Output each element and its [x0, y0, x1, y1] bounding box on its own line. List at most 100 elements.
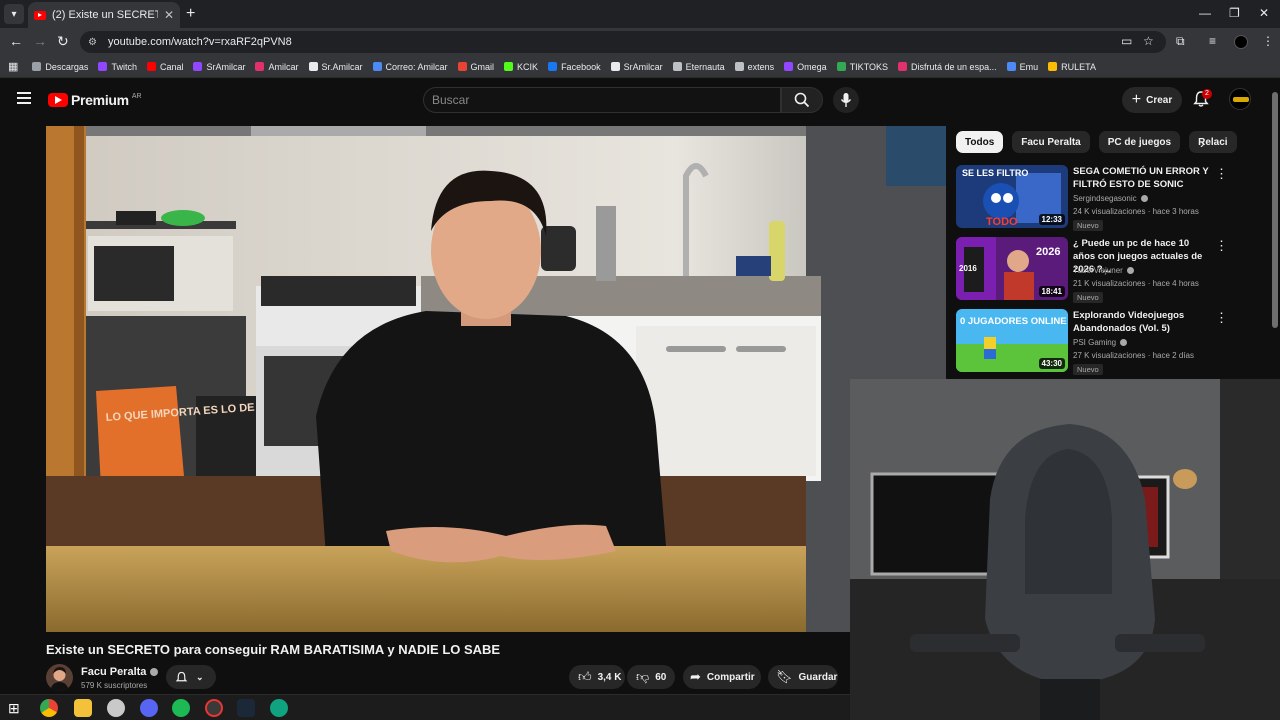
verified-check-icon: [1126, 267, 1134, 274]
bookmark-item[interactable]: SrAmilcar: [610, 61, 663, 72]
bookmark-favicon-icon: [255, 62, 265, 71]
chip-gaming-pc[interactable]: PC de juegos: [1098, 131, 1181, 153]
recommended-video[interactable]: SE LES FILTRO TODO 12:33 SEGA COMETIÓ UN…: [956, 165, 1256, 231]
bookmark-item[interactable]: Correo: Amilcar: [372, 62, 448, 72]
address-bar[interactable]: ⚙ youtube.com/watch?v=rxaRF2qPVN8: [80, 31, 1166, 53]
bookmark-label: Emu: [1019, 61, 1039, 72]
bookmark-label: Eternauta: [685, 61, 725, 72]
spotify-icon[interactable]: [172, 699, 190, 717]
chrome-icon[interactable]: [40, 699, 58, 717]
new-tab-button[interactable]: +: [186, 5, 195, 23]
save-button[interactable]: 🔖︎ Guardar: [768, 665, 838, 689]
create-button[interactable]: + Crear: [1122, 87, 1182, 113]
video-meta: 27 K visualizaciones · hace 2 días: [1073, 351, 1194, 360]
bookmark-item[interactable]: Sr.Amilcar: [308, 62, 363, 72]
reading-list-icon[interactable]: ≡: [1209, 34, 1216, 48]
recommended-video[interactable]: 2026 2016 18:41 ¿ Puede un pc de hace 10…: [956, 237, 1256, 303]
video-thumbnail: SE LES FILTRO TODO 12:33: [956, 165, 1068, 228]
bookmark-favicon-icon: [734, 62, 744, 71]
menu-hamburger-icon[interactable]: [17, 92, 31, 104]
menu-dots-icon[interactable]: ⋮: [1262, 34, 1274, 48]
chip-channel[interactable]: Facu Peralta: [1012, 131, 1090, 153]
more-options-icon[interactable]: ⋮: [1215, 238, 1228, 254]
verified-check-icon: [150, 668, 159, 676]
bookmark-favicon-icon: [193, 62, 203, 71]
bookmark-item[interactable]: TIKTOKS: [836, 62, 888, 72]
bookmark-item[interactable]: Gmail: [457, 62, 494, 72]
video-title[interactable]: Explorando Videojuegos Abandonados (Vol.…: [1073, 309, 1213, 335]
country-code: AR: [131, 92, 142, 100]
video-title[interactable]: SEGA COMETIÓ UN ERROR Y FILTRÓ ESTO DE S…: [1073, 165, 1213, 191]
chip-all[interactable]: Todos: [956, 131, 1004, 153]
bookmark-item[interactable]: Omega: [784, 62, 827, 72]
like-button[interactable]: 👍︎ 3,4 K: [569, 665, 625, 689]
logo-text: Premium: [71, 92, 129, 108]
file-explorer-icon[interactable]: [74, 699, 92, 717]
bookmark-item[interactable]: Descargas: [32, 62, 88, 72]
channel-name[interactable]: Facu Peralta: [81, 666, 159, 678]
video-meta: 24 K visualizaciones · hace 3 horas: [1073, 207, 1199, 216]
bookmark-item[interactable]: SrAmilcar: [193, 62, 245, 72]
obs-icon[interactable]: [205, 699, 223, 717]
bookmark-favicon-icon: [1006, 62, 1016, 71]
chevron-right-icon[interactable]: ›: [1200, 135, 1205, 151]
apps-grid-icon[interactable]: ▦: [8, 60, 18, 73]
reload-icon[interactable]: ↻: [57, 33, 69, 50]
bookmark-item[interactable]: Facebook: [548, 62, 601, 72]
close-tab-icon[interactable]: ✕: [164, 8, 174, 22]
restore-icon[interactable]: ❐: [1229, 6, 1240, 20]
subscribed-bell-button[interactable]: ⌄: [166, 665, 216, 689]
bookmark-item[interactable]: Emu: [1006, 61, 1039, 72]
thumbs-up-icon: 👍︎: [578, 669, 592, 684]
minimize-icon[interactable]: —: [1199, 6, 1211, 20]
bookmark-label: KCIK: [517, 61, 539, 72]
back-icon[interactable]: ←: [9, 33, 23, 49]
bookmark-item[interactable]: Twitch: [98, 62, 137, 72]
account-avatar[interactable]: [1229, 88, 1251, 110]
more-options-icon[interactable]: ⋮: [1215, 310, 1228, 326]
share-button[interactable]: ➦ Compartir: [683, 665, 761, 689]
bookmark-favicon-icon: [32, 62, 42, 71]
channel-name[interactable]: TuberViejuner: [1073, 266, 1134, 275]
video-thumbnail: 2026 2016 18:41: [956, 237, 1068, 300]
active-tab[interactable]: (2) Existe un SECRETO para con ✕: [28, 2, 180, 28]
bookmark-favicon-icon: [672, 62, 682, 71]
channel-avatar[interactable]: [46, 664, 73, 691]
bell-icon: [175, 671, 188, 681]
discord-icon[interactable]: [140, 699, 158, 717]
cast-icon[interactable]: ▭: [1121, 34, 1132, 48]
chip-related[interactable]: Relaci: [1189, 131, 1238, 153]
site-info-icon[interactable]: ⚙: [88, 37, 100, 48]
extensions-icon[interactable]: ⧉: [1176, 34, 1185, 49]
chatgpt-icon[interactable]: [270, 699, 288, 717]
bookmark-item[interactable]: Eternauta: [672, 61, 725, 72]
bookmark-item[interactable]: KCIK: [504, 62, 538, 72]
recommended-video[interactable]: 0 JUGADORES ONLINE 43:30 Explorando Vide…: [956, 309, 1256, 375]
video-player[interactable]: LO QUE IMPORTA ES LO DE ADENTRO: [46, 126, 946, 632]
app-icon[interactable]: [107, 699, 125, 717]
voice-search-button[interactable]: [833, 87, 859, 113]
bookmark-favicon-icon: [457, 62, 467, 71]
tab-search-button[interactable]: ▾: [4, 4, 24, 24]
bookmark-label: SrAmilcar: [623, 61, 663, 72]
bookmark-item[interactable]: Disfrutá de un espa...: [898, 62, 997, 72]
channel-name[interactable]: PSI Gaming: [1073, 338, 1128, 347]
youtube-logo[interactable]: Premium AR: [48, 92, 142, 108]
bookmark-item[interactable]: extens: [734, 62, 774, 72]
forward-icon[interactable]: →: [33, 33, 47, 49]
profile-avatar[interactable]: [1234, 35, 1248, 49]
bookmarks-bar: ▦ Descargas Twitch Canal SrAmilcar Amilcar Sr…: [0, 56, 1280, 78]
search-input[interactable]: Buscar: [423, 87, 781, 113]
channel-name[interactable]: Sergindsegasonic: [1073, 194, 1148, 203]
steam-icon[interactable]: [237, 699, 255, 717]
page-scrollbar[interactable]: [1272, 92, 1278, 328]
bookmark-item[interactable]: Canal: [146, 62, 183, 72]
bookmark-item[interactable]: Amilcar: [255, 62, 299, 72]
dislike-button[interactable]: 👎︎ 60: [627, 665, 675, 689]
search-button[interactable]: [781, 87, 823, 113]
close-window-icon[interactable]: ✕: [1259, 6, 1269, 20]
more-options-icon[interactable]: ⋮: [1215, 166, 1228, 182]
bookmark-star-icon[interactable]: ☆: [1143, 34, 1154, 48]
bookmark-item[interactable]: RULETA: [1048, 62, 1096, 72]
windows-start-icon[interactable]: ⊞: [8, 699, 26, 717]
